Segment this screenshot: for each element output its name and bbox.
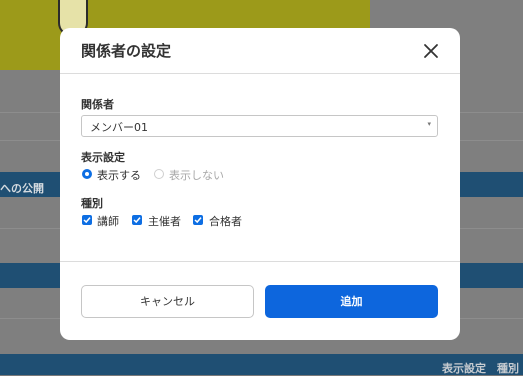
display-setting-label: 表示設定 [81, 151, 125, 164]
related-person-label: 関係者 [81, 98, 114, 111]
section-header-label: への公開 [0, 182, 44, 195]
checkbox-lecturer[interactable] [82, 215, 92, 225]
dialog-header: 関係者の設定 [60, 28, 460, 74]
chevron-down-icon: ▾ [427, 120, 431, 128]
checkbox-lecturer-label[interactable]: 講師 [97, 213, 119, 229]
add-button[interactable]: 追加 [265, 285, 438, 318]
checkbox-organizer-label[interactable]: 主催者 [148, 213, 181, 229]
check-icon [83, 217, 91, 224]
close-button[interactable] [420, 40, 442, 62]
radio-hide[interactable] [154, 169, 164, 179]
footer-divider [60, 261, 460, 262]
table-header-labels: 表示設定 種別 [442, 362, 519, 375]
close-icon [424, 44, 438, 58]
type-label: 種別 [81, 197, 103, 210]
dialog-title: 関係者の設定 [81, 42, 172, 60]
related-person-dialog: 関係者の設定 関係者 メンバー01 ▾ 表示設定 表示する 表示しない 種別 講… [60, 28, 460, 340]
radio-show[interactable] [82, 169, 92, 179]
radio-show-label[interactable]: 表示する [97, 167, 141, 183]
table-header-bar: 表示設定 種別 [0, 354, 523, 375]
check-icon [194, 217, 202, 224]
cancel-button[interactable]: キャンセル [81, 285, 254, 318]
check-icon [133, 217, 141, 224]
checkbox-organizer[interactable] [132, 215, 142, 225]
related-person-value: メンバー01 [90, 121, 148, 134]
radio-hide-label[interactable]: 表示しない [169, 167, 224, 183]
checkbox-passer[interactable] [193, 215, 203, 225]
checkbox-passer-label[interactable]: 合格者 [209, 213, 242, 229]
related-person-select[interactable]: メンバー01 ▾ [81, 115, 438, 137]
